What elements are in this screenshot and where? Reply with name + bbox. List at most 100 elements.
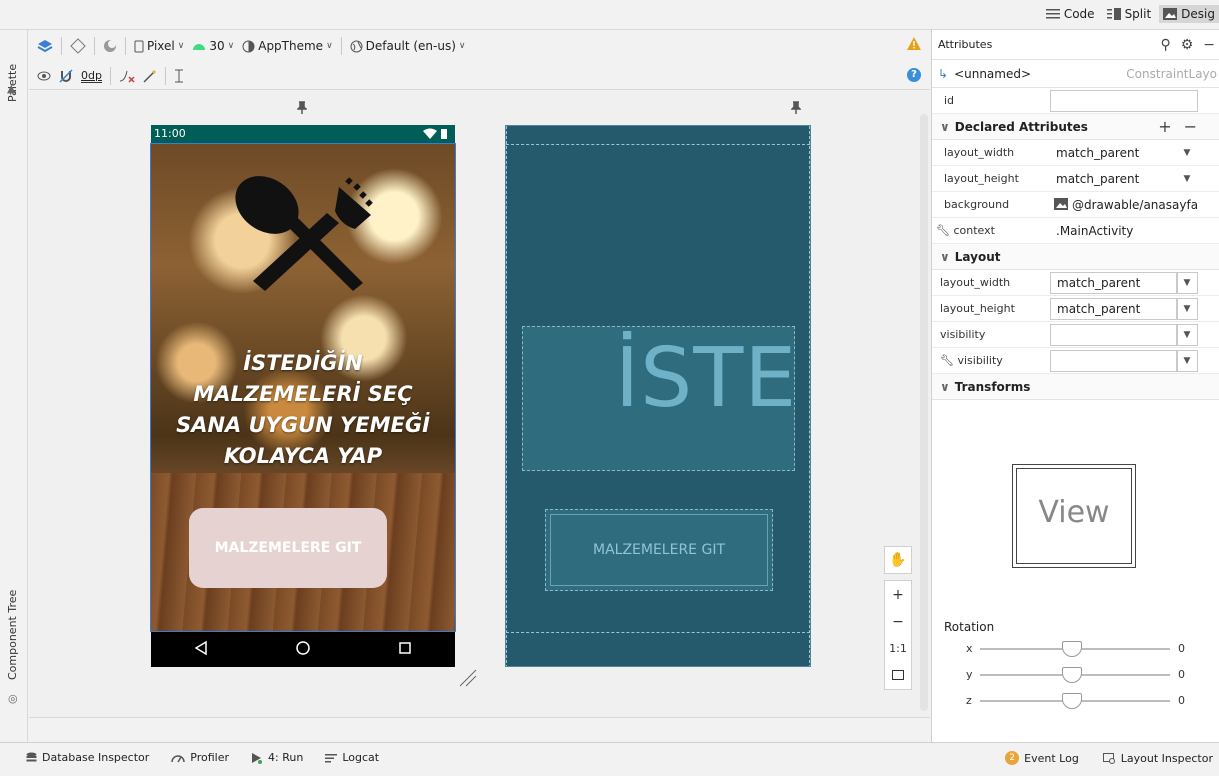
declared-attributes-section[interactable]: ∨ Declared Attributes +− [932, 114, 1219, 140]
chevron-down-icon: ∨ [458, 41, 466, 51]
attribute-key-wrap: 🔧︎ context [932, 224, 1042, 237]
attributes-title: Attributes [938, 38, 993, 51]
event-log-tab[interactable]: 2 Event Log [1005, 751, 1079, 765]
theme-selector[interactable]: AppTheme ∨ [242, 39, 333, 53]
dropdown-arrow-icon[interactable]: ▼ [1176, 142, 1198, 164]
view-options-button[interactable] [37, 71, 51, 81]
guidelines-icon [174, 69, 183, 83]
attribute-select[interactable] [1050, 323, 1178, 346]
locale-selector[interactable]: Default (en-us) ∨ [350, 39, 466, 53]
component-tree-icon: ◎ [8, 692, 18, 705]
phone-icon [134, 40, 144, 52]
toolbar-separator [164, 67, 166, 85]
database-inspector-label: Database Inspector [42, 751, 150, 764]
blueprint-button-label: MALZEMELERE GIT [592, 542, 725, 558]
attribute-select[interactable] [1050, 349, 1178, 372]
run-tab[interactable]: 4: Run [251, 751, 303, 764]
dropdown-arrow-icon[interactable]: ▼ [1176, 297, 1198, 320]
attribute-value[interactable]: match_parent [1050, 167, 1178, 190]
add-remove-actions[interactable]: +− [1158, 117, 1209, 136]
zoom-group: + − 1:1 [884, 580, 912, 690]
id-input[interactable] [1050, 89, 1198, 112]
guidelines-button[interactable] [174, 69, 184, 83]
canvas-scrollbar[interactable] [920, 114, 928, 711]
dropdown-arrow-icon[interactable]: ▼ [1176, 349, 1198, 372]
gear-icon[interactable]: ⚙ [1181, 37, 1194, 53]
search-icon[interactable]: ⚲ [1160, 37, 1170, 53]
canvas-footer [29, 717, 930, 742]
pan-button[interactable]: ✋ [884, 546, 912, 574]
default-margin-button[interactable]: 0dp [81, 69, 102, 83]
slider-thumb[interactable] [1062, 667, 1082, 683]
zoom-out-button[interactable]: − [885, 608, 911, 635]
attribute-value[interactable]: .MainActivity [1050, 219, 1178, 242]
logcat-icon [325, 753, 338, 762]
slider-thumb[interactable] [1062, 693, 1082, 709]
zoom-fit-button[interactable] [885, 662, 911, 689]
zoom-actual-button[interactable]: 1:1 [885, 635, 911, 662]
night-mode-button[interactable] [103, 39, 117, 53]
layout-inspector-tab[interactable]: Layout Inspector [1102, 751, 1213, 765]
resize-handle-icon[interactable] [458, 668, 478, 688]
autoconnect-toggle[interactable] [59, 69, 73, 83]
globe-icon [350, 40, 363, 52]
chevron-down-icon: ∨ [177, 41, 185, 51]
attribute-select[interactable]: match_parent [1050, 297, 1178, 320]
ingredients-button[interactable]: MALZEMELERE GIT [189, 508, 387, 588]
warning-icon[interactable] [907, 37, 921, 53]
profiler-tab[interactable]: Profiler [171, 751, 229, 764]
chevron-down-icon: ∨ [227, 41, 235, 51]
attribute-value[interactable]: @drawable/anasayfa [1052, 193, 1198, 216]
design-surface-button[interactable] [37, 39, 53, 53]
api-level-selector[interactable]: 30 ∨ [192, 39, 234, 53]
design-mode-button[interactable]: Desig [1159, 5, 1219, 23]
wrench-icon: 🔧︎ [940, 354, 954, 367]
device-label: Pixel [147, 39, 175, 53]
rotation-x-slider[interactable] [980, 641, 1170, 657]
transforms-title: Transforms [954, 379, 1031, 394]
code-mode-button[interactable]: Code [1042, 5, 1099, 23]
split-mode-label: Split [1124, 7, 1152, 21]
view-mode-bar: Code Split Desig [0, 0, 1219, 30]
back-icon [194, 640, 208, 658]
device-selector[interactable]: Pixel ∨ [134, 39, 184, 53]
orientation-button[interactable] [70, 38, 86, 54]
layout-title: Layout [954, 249, 1001, 264]
dropdown-arrow-icon[interactable]: ▼ [1176, 168, 1198, 190]
zoom-in-button[interactable]: + [885, 581, 911, 608]
rotation-y-slider[interactable] [980, 667, 1170, 683]
status-bar: 11:00 [151, 125, 455, 143]
layout-section[interactable]: ∨ Layout [932, 244, 1219, 270]
design-preview[interactable]: 11:00 İSTEDİĞİN MALZEMELERİ SEÇ SANA UYG… [151, 125, 455, 667]
layout-attribute-row: 🔧︎ visibility ▼ [932, 348, 1219, 374]
theme-label: AppTheme [258, 39, 324, 53]
layout-attribute-row: layout_height match_parent ▼ [932, 296, 1219, 322]
attribute-value[interactable]: match_parent [1050, 141, 1178, 164]
database-inspector-tab[interactable]: Database Inspector [26, 751, 149, 764]
view-preview-label: View [1038, 495, 1110, 530]
dropdown-arrow-icon[interactable]: ▼ [1176, 271, 1198, 294]
profiler-label: Profiler [190, 751, 230, 764]
infer-constraints-button[interactable] [143, 69, 157, 83]
clear-constraints-button[interactable] [119, 69, 135, 83]
transforms-section[interactable]: ∨ Transforms [932, 374, 1219, 400]
magic-wand-icon [143, 70, 156, 83]
rotation-value: 0 [1178, 642, 1185, 655]
gauge-icon [171, 754, 186, 762]
hand-icon: ✋ [889, 552, 907, 568]
split-mode-button[interactable]: Split [1103, 5, 1156, 23]
dropdown-arrow-icon[interactable]: ▼ [1176, 323, 1198, 346]
recents-icon [398, 641, 411, 657]
minimize-icon[interactable]: − [1203, 37, 1215, 53]
toolbar-separator [109, 67, 111, 85]
layout-inspector-label: Layout Inspector [1120, 751, 1213, 765]
slider-thumb[interactable] [1062, 641, 1082, 657]
rotation-z-slider[interactable] [980, 693, 1170, 709]
blueprint-button[interactable]: MALZEMELERE GIT [545, 509, 773, 591]
help-icon[interactable]: ? [907, 68, 921, 82]
component-tree-tab[interactable]: Component Tree [6, 590, 19, 680]
blueprint-preview[interactable]: İSTE MALZEMELERE GIT [505, 125, 811, 667]
blueprint-headline-box[interactable]: İSTE [522, 326, 795, 471]
attribute-select[interactable]: match_parent [1050, 271, 1178, 294]
logcat-tab[interactable]: Logcat [325, 751, 379, 764]
